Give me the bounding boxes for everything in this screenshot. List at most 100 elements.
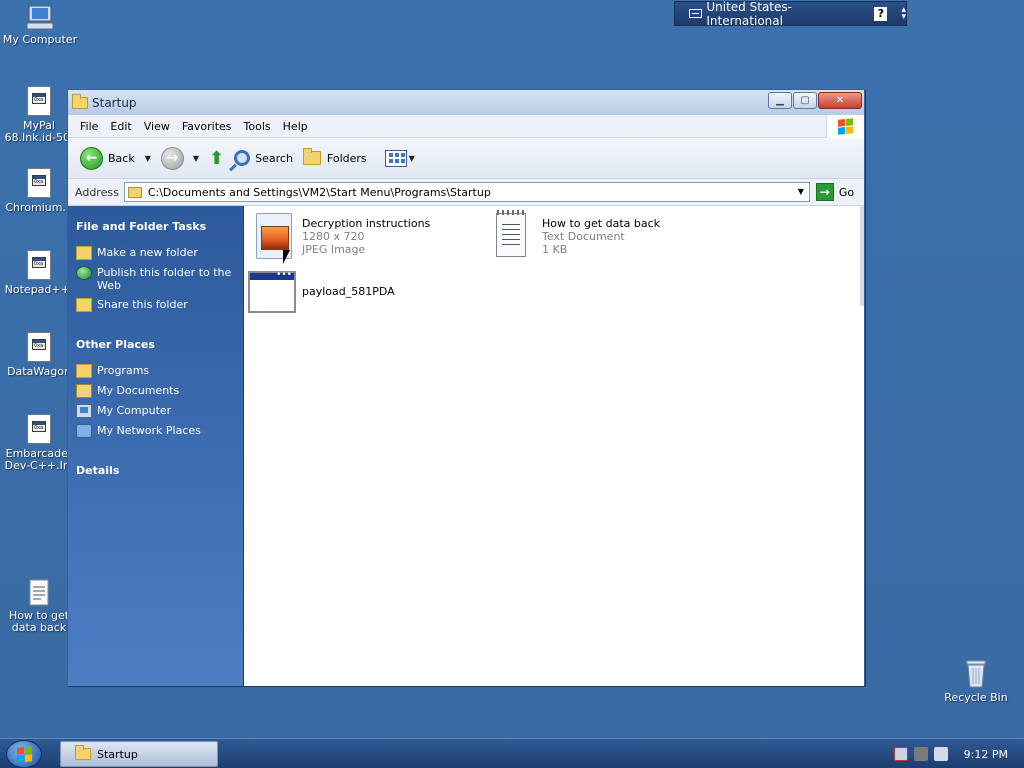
file-name: How to get data back (542, 217, 661, 230)
scrollbar[interactable] (860, 206, 864, 306)
address-folder-icon (127, 186, 142, 198)
details-heading[interactable]: Details (76, 464, 235, 477)
task-label: Publish this folder to the Web (97, 266, 232, 292)
folder-icon (75, 745, 91, 760)
content-area: File and Folder Tasks Make a new folder … (68, 206, 864, 686)
place-my-documents[interactable]: My Documents (76, 384, 235, 398)
views-button[interactable]: ▼ (384, 149, 415, 167)
taskbar-button-label: Startup (97, 747, 138, 761)
task-label: Make a new folder (97, 246, 198, 259)
start-button[interactable] (6, 740, 42, 768)
task-share-folder[interactable]: Share this folder (76, 298, 235, 312)
tools-icon[interactable] (913, 747, 928, 761)
network-warning-icon[interactable] (893, 747, 908, 761)
help-icon[interactable]: ? (874, 6, 888, 21)
back-arrow-icon: ← (80, 146, 103, 170)
menu-file[interactable]: File (74, 120, 104, 133)
search-icon (234, 150, 251, 166)
views-dropdown-icon[interactable]: ▼ (409, 154, 415, 163)
title-bar[interactable]: Startup ▁ ▢ ✕ (68, 90, 864, 115)
back-button[interactable]: ← Back ▼ (80, 146, 151, 170)
shortcut-file-icon (27, 86, 51, 116)
file-item[interactable]: payload_581PDA (248, 270, 395, 317)
window-controls: ▁ ▢ ✕ (768, 92, 862, 109)
folders-label: Folders (326, 151, 367, 165)
address-path: C:\Documents and Settings\VM2\Start Menu… (147, 185, 491, 199)
clock[interactable]: 9:12 PM (964, 748, 1008, 761)
new-folder-icon (76, 246, 92, 260)
go-arrow-icon: → (815, 183, 834, 201)
go-label: Go (838, 185, 855, 199)
options-chevron-icon[interactable]: ▴ ▾ (901, 5, 906, 21)
publish-web-icon (76, 266, 92, 280)
menu-view[interactable]: View (138, 120, 176, 133)
address-dropdown-icon[interactable]: ▼ (793, 183, 809, 201)
file-type: Text Document (542, 230, 625, 243)
menu-favorites[interactable]: Favorites (176, 120, 238, 133)
folders-icon (302, 148, 321, 165)
file-list: Decryption instructions 1280 x 720 JPEG … (244, 206, 864, 686)
place-my-computer[interactable]: My Computer (76, 404, 235, 418)
file-item[interactable]: Decryption instructions 1280 x 720 JPEG … (252, 213, 430, 259)
search-button[interactable]: Search (234, 150, 293, 166)
menu-tools[interactable]: Tools (238, 120, 277, 133)
address-input[interactable]: C:\Documents and Settings\VM2\Start Menu… (123, 182, 810, 202)
computer-icon (26, 4, 54, 30)
system-tray: 9:12 PM (893, 739, 1024, 768)
place-label: My Network Places (97, 424, 201, 437)
share-folder-icon (76, 298, 92, 312)
place-label: Programs (97, 364, 150, 377)
window-title: Startup (92, 95, 137, 110)
forward-button[interactable]: → ▼ (160, 146, 199, 170)
file-item[interactable]: How to get data back Text Document 1 KB (492, 210, 661, 259)
volume-icon[interactable] (933, 747, 948, 761)
desktop-icon-my-computer[interactable]: My Computer (1, 4, 79, 46)
explorer-window: Startup ▁ ▢ ✕ File Edit View Favorites T… (67, 89, 865, 686)
back-dropdown-icon[interactable]: ▼ (145, 154, 151, 163)
shortcut-file-icon (27, 414, 51, 444)
place-my-network-places[interactable]: My Network Places (76, 424, 235, 438)
minimize-button[interactable]: ▁ (768, 92, 792, 109)
shortcut-file-icon (27, 332, 51, 362)
executable-icon (248, 270, 296, 317)
close-button[interactable]: ✕ (818, 92, 862, 109)
up-folder-icon[interactable]: ⬆ (209, 148, 224, 169)
file-size: 1 KB (542, 243, 568, 256)
file-dimensions: 1280 x 720 (302, 230, 365, 243)
forward-dropdown-icon[interactable]: ▼ (193, 154, 199, 163)
address-label: Address (75, 185, 119, 199)
task-label: Share this folder (97, 298, 188, 311)
back-label: Back (108, 151, 135, 165)
language-label[interactable]: United States-International (706, 0, 860, 28)
menu-edit[interactable]: Edit (104, 120, 137, 133)
other-places-heading[interactable]: Other Places (76, 338, 235, 351)
go-button[interactable]: → Go (815, 183, 855, 201)
place-label: My Computer (97, 404, 172, 417)
place-programs[interactable]: Programs (76, 364, 235, 378)
desktop-icon-label: Recycle Bin (944, 691, 1008, 704)
file-folder-tasks-heading[interactable]: File and Folder Tasks (76, 220, 235, 233)
language-bar[interactable]: United States-International ? ▴ ▾ (674, 0, 907, 28)
shortcut-file-icon (27, 250, 51, 280)
desktop-icon-recycle-bin[interactable]: Recycle Bin (937, 658, 1015, 704)
menu-help[interactable]: Help (277, 120, 314, 133)
taskbar-button-startup[interactable]: Startup (60, 741, 218, 767)
search-label: Search (255, 151, 293, 165)
mouse-cursor-icon (283, 250, 290, 264)
task-pane: File and Folder Tasks Make a new folder … (68, 206, 244, 686)
shortcut-file-icon (27, 168, 51, 198)
folder-icon (72, 93, 88, 109)
task-make-new-folder[interactable]: Make a new folder (76, 246, 235, 260)
views-icon (384, 149, 407, 167)
address-bar: Address C:\Documents and Settings\VM2\St… (68, 179, 864, 206)
text-document-icon (29, 578, 49, 606)
taskbar: Startup 9:12 PM (0, 738, 1024, 768)
folders-button[interactable]: Folders (302, 148, 367, 165)
my-documents-icon (76, 384, 92, 398)
task-publish-folder[interactable]: Publish this folder to the Web (76, 266, 235, 292)
file-name: payload_581PDA (302, 285, 395, 298)
maximize-button[interactable]: ▢ (793, 92, 817, 109)
file-type: JPEG Image (302, 243, 366, 256)
menu-bar: File Edit View Favorites Tools Help (68, 115, 864, 138)
forward-arrow-icon: → (160, 146, 184, 170)
